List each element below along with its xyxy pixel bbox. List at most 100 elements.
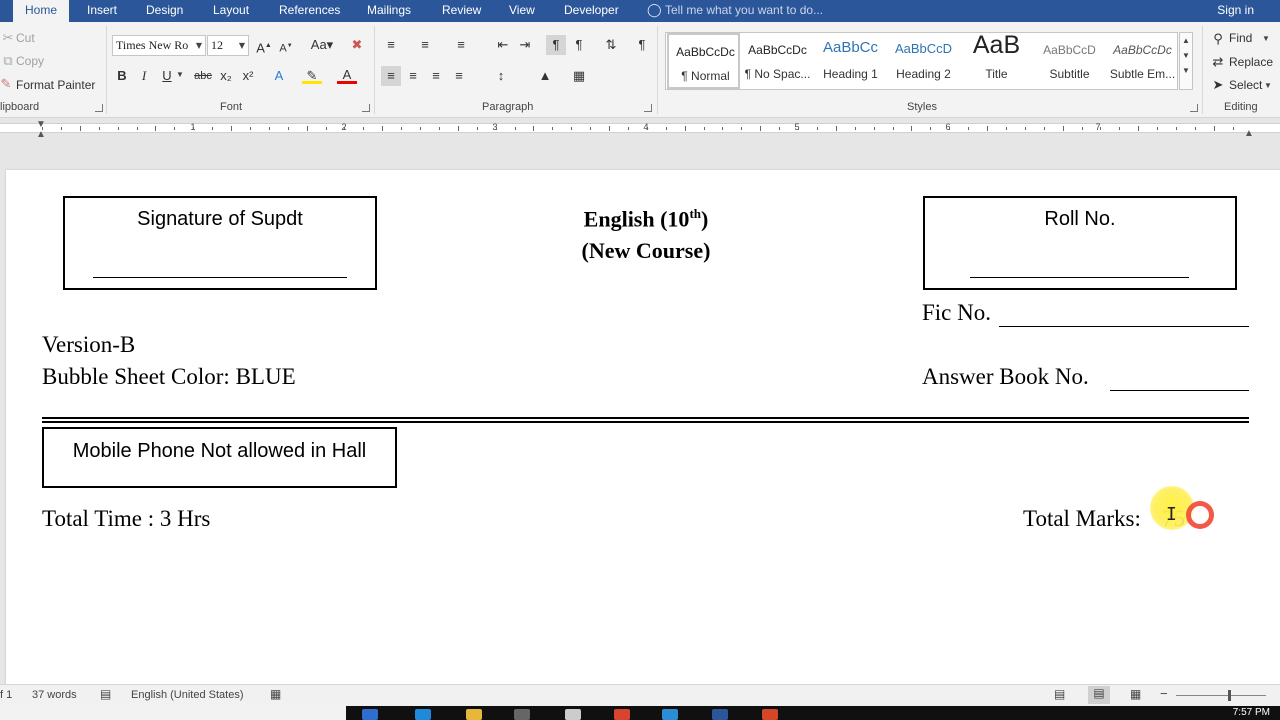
app-icon[interactable] — [514, 709, 530, 720]
style-no-spacing[interactable]: AaBbCcDc ¶ No Spac... — [741, 33, 814, 89]
proofing-icon[interactable]: ▤ — [100, 687, 111, 701]
tab-design[interactable]: Design — [134, 0, 195, 22]
borders-icon[interactable]: ▦ — [569, 66, 589, 86]
align-center-icon[interactable]: ≡ — [403, 66, 423, 86]
chrome-icon[interactable] — [614, 709, 630, 720]
zoom-out-icon[interactable]: − — [1160, 686, 1168, 701]
find-button[interactable]: Find — [1229, 31, 1252, 45]
select-button[interactable]: Select — [1229, 78, 1262, 92]
document-page[interactable]: Signature of Supdt English (10th) (New C… — [6, 170, 1280, 685]
powerpoint-icon[interactable] — [762, 709, 778, 720]
hanging-indent-icon[interactable]: ▲ — [36, 129, 46, 140]
tab-layout[interactable]: Layout — [201, 0, 261, 22]
language-indicator[interactable]: English (United States) — [131, 689, 244, 701]
ruler-tick — [344, 127, 346, 130]
bold-button[interactable]: B — [112, 66, 132, 86]
paragraph-launcher-icon[interactable] — [644, 104, 652, 112]
style-name: Heading 1 — [823, 67, 878, 81]
chevron-down-icon[interactable]: ▼ — [1180, 51, 1192, 60]
copy-button[interactable]: Copy — [16, 54, 44, 68]
taskbar: 7:57 PM — [0, 706, 1280, 720]
select-icon: ➤ — [1212, 77, 1224, 92]
chevron-up-icon[interactable]: ▲ — [1180, 36, 1192, 45]
chevron-down-icon: ▼ — [1264, 81, 1272, 90]
print-layout-icon[interactable]: ▤ — [1088, 686, 1110, 704]
show-formatting-icon[interactable]: ¶ — [632, 35, 652, 55]
format-painter-button[interactable]: Format Painter — [16, 78, 95, 92]
app-icon[interactable] — [565, 709, 581, 720]
replace-button[interactable]: Replace — [1229, 55, 1273, 69]
ruler-tick — [1176, 127, 1177, 130]
clipboard-launcher-icon[interactable] — [95, 104, 103, 112]
increase-indent-icon[interactable]: ⇥ — [515, 35, 535, 55]
style-subtitle[interactable]: AaBbCcD Subtitle — [1033, 33, 1106, 89]
tab-view[interactable]: View — [497, 0, 547, 22]
style-title[interactable]: AaB Title — [960, 31, 1033, 89]
horizontal-ruler[interactable]: ▼ ▲ ▲ 1 2 3 4 5 6 7 — [0, 119, 1280, 141]
font-color-icon[interactable]: A — [337, 66, 357, 84]
more-icon[interactable]: ▼ — [1180, 66, 1192, 75]
subscript-button[interactable]: x₂ — [216, 66, 236, 86]
tab-developer[interactable]: Developer — [552, 0, 631, 22]
word-icon[interactable] — [712, 709, 728, 720]
change-case-icon[interactable]: Aa▾ — [307, 35, 337, 55]
bullets-icon[interactable]: ≡ — [381, 35, 401, 55]
ribbon-tab-bar: Home Insert Design Layout References Mai… — [0, 0, 1280, 22]
rtl-icon[interactable]: ¶ — [569, 35, 589, 55]
font-name-combo[interactable]: Times New Ro ▼ — [112, 35, 206, 56]
shading-icon[interactable]: ▲ — [535, 66, 555, 86]
ruler-tick — [363, 127, 365, 130]
text-effects-icon[interactable]: A — [269, 66, 289, 86]
line-spacing-icon[interactable]: ↕ — [491, 66, 511, 86]
read-mode-icon[interactable]: ▤ — [1054, 687, 1065, 701]
align-right-icon[interactable]: ≡ — [426, 66, 446, 86]
page-count[interactable]: f 1 — [0, 689, 12, 701]
ruler-tick — [98, 127, 100, 130]
strikethrough-button[interactable]: abc — [192, 66, 214, 86]
styles-launcher-icon[interactable] — [1190, 104, 1198, 112]
sign-in-link[interactable]: Sign in — [1217, 0, 1254, 21]
grow-font-icon[interactable]: A▲ — [254, 36, 274, 56]
highlight-color-icon[interactable]: ✎ — [302, 66, 322, 84]
tab-home[interactable]: Home — [13, 0, 70, 22]
shrink-font-icon[interactable]: A▼ — [276, 36, 296, 56]
macro-icon[interactable]: ▦ — [270, 687, 281, 701]
web-layout-icon[interactable]: ▦ — [1130, 687, 1141, 701]
tab-mailings[interactable]: Mailings — [355, 0, 423, 22]
decrease-indent-icon[interactable]: ⇤ — [493, 35, 513, 55]
tab-review[interactable]: Review — [430, 0, 493, 22]
zoom-slider-thumb[interactable] — [1228, 690, 1231, 701]
justify-icon[interactable]: ≡ — [449, 66, 469, 86]
numbering-icon[interactable]: ≡ — [415, 35, 435, 55]
tab-insert[interactable]: Insert — [75, 0, 129, 22]
browser-icon[interactable] — [415, 709, 431, 720]
cut-button[interactable]: Cut — [16, 31, 35, 45]
ruler-tick — [930, 127, 932, 130]
ltr-icon[interactable]: ¶ — [546, 35, 566, 55]
clear-formatting-icon[interactable]: ✖ — [347, 35, 367, 55]
font-size-combo[interactable]: 12 ▼ — [207, 35, 249, 56]
word-count[interactable]: 37 words — [32, 689, 77, 701]
tab-references[interactable]: References — [267, 0, 352, 22]
style-name: Title — [985, 67, 1008, 81]
taskbar-search[interactable] — [0, 706, 346, 720]
app-icon[interactable] — [662, 709, 678, 720]
app-icon[interactable] — [362, 709, 378, 720]
styles-scroll[interactable]: ▲ ▼ ▼ — [1179, 32, 1193, 90]
clock: 7:57 PM — [1232, 707, 1270, 718]
zoom-slider[interactable] — [1176, 695, 1266, 696]
folder-icon[interactable] — [466, 709, 482, 720]
right-indent-icon[interactable]: ▲ — [1244, 128, 1254, 139]
align-left-icon[interactable]: ≡ — [381, 66, 401, 86]
superscript-button[interactable]: x² — [238, 66, 258, 86]
underline-button[interactable]: U — [157, 66, 177, 86]
sort-icon[interactable]: ⇅ — [601, 35, 621, 55]
tell-me-box[interactable]: Tell me what you want to do... — [665, 0, 823, 21]
font-launcher-icon[interactable] — [362, 104, 370, 112]
style-heading-1[interactable]: AaBbCc Heading 1 — [814, 33, 887, 89]
style-normal[interactable]: AaBbCcDc ¶ Normal — [667, 33, 740, 89]
style-heading-2[interactable]: AaBbCcD Heading 2 — [887, 33, 960, 89]
multilevel-list-icon[interactable]: ≡ — [451, 35, 471, 55]
style-subtle-emphasis[interactable]: AaBbCcDc Subtle Em... — [1106, 33, 1179, 89]
italic-button[interactable]: I — [134, 66, 154, 86]
